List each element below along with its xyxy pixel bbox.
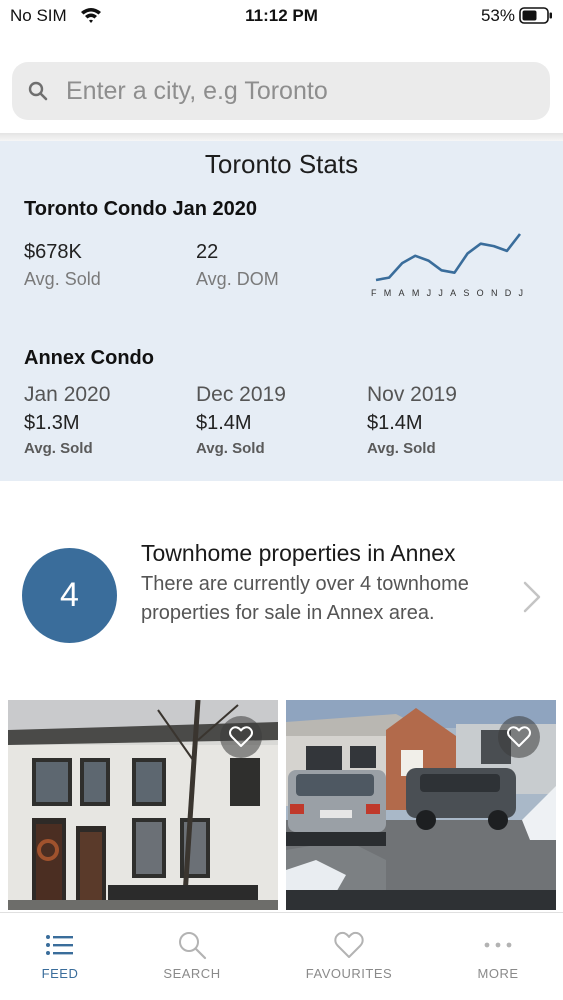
- heart-icon: [507, 726, 531, 747]
- sparkline-month-label: J: [426, 288, 432, 298]
- sparkline-month-label: J: [438, 288, 443, 298]
- stats-panel: Toronto Stats Toronto Condo Jan 2020 $67…: [0, 141, 563, 481]
- favourite-button-1[interactable]: [220, 716, 262, 758]
- more-dots-icon: [484, 942, 512, 948]
- search-bar[interactable]: [12, 62, 550, 120]
- listing-carousel: [0, 700, 563, 910]
- search-icon: [28, 81, 48, 101]
- sparkline-month-label: D: [504, 288, 512, 298]
- list-icon: [46, 935, 73, 955]
- tab-favourites-label: FAVOURITES: [305, 966, 393, 981]
- townhome-promo-card[interactable]: 4 Townhome properties in Annex There are…: [0, 530, 563, 660]
- sparkline-month-label: N: [490, 288, 498, 298]
- sparkline-month-label: M: [411, 288, 420, 298]
- battery-icon: [519, 7, 552, 24]
- sparkline-month-label: F: [371, 288, 377, 298]
- tab-feed-label: FEED: [41, 966, 79, 981]
- city-dom-label: Avg. DOM: [196, 269, 279, 289]
- listing-card-2[interactable]: [286, 700, 556, 910]
- tab-favourites[interactable]: FAVOURITES: [284, 913, 414, 1000]
- sparkline-month-labels: FMAMJJASONDJ: [371, 288, 523, 298]
- city-avg-sold-label: Avg. Sold: [24, 269, 101, 289]
- area-value-2: $1.4M: [196, 412, 252, 434]
- header-divider: [0, 133, 563, 141]
- clock: 11:12 PM: [245, 6, 318, 25]
- battery-percent: 53%: [480, 6, 515, 25]
- tab-search-label: SEARCH: [163, 966, 221, 981]
- promo-title: Townhome properties in Annex: [141, 540, 456, 566]
- sparkline-month-label: O: [476, 288, 484, 298]
- chevron-right-icon[interactable]: [520, 580, 544, 614]
- bottom-tab-bar: FEED SEARCH FAVOURITES MORE: [0, 912, 563, 1000]
- search-input[interactable]: [66, 62, 536, 120]
- property-count-badge: 4: [22, 548, 117, 643]
- area-section-title: Annex Condo: [24, 347, 154, 369]
- sparkline-month-label: M: [383, 288, 392, 298]
- area-label-1: Avg. Sold: [24, 440, 93, 457]
- area-label-3: Avg. Sold: [367, 440, 436, 457]
- area-period-1: Jan 2020: [24, 383, 111, 406]
- tab-more[interactable]: MORE: [433, 913, 563, 1000]
- area-value-3: $1.4M: [367, 412, 423, 434]
- area-period-2: Dec 2019: [196, 383, 286, 406]
- tab-more-label: MORE: [477, 966, 519, 981]
- status-bar: No SIM 11:12 PM 53%: [0, 0, 563, 34]
- promo-description: There are currently over 4 townhome prop…: [141, 573, 469, 624]
- stats-title: Toronto Stats: [204, 149, 359, 179]
- city-dom-value: 22: [196, 241, 219, 263]
- city-section-title: Toronto Condo Jan 2020: [24, 198, 257, 220]
- area-period-3: Nov 2019: [367, 383, 457, 406]
- tab-feed[interactable]: FEED: [0, 913, 125, 1000]
- heart-icon: [229, 726, 253, 747]
- city-avg-sold-value: $678K: [24, 241, 82, 263]
- tab-search[interactable]: SEARCH: [127, 913, 257, 1000]
- area-label-2: Avg. Sold: [196, 440, 265, 457]
- search-icon: [179, 932, 207, 960]
- listing-card-1[interactable]: [8, 700, 278, 910]
- area-value-1: $1.3M: [24, 412, 80, 434]
- sparkline-series: [375, 233, 522, 282]
- favourite-button-2[interactable]: [498, 716, 540, 758]
- sparkline-month-label: S: [463, 288, 470, 298]
- heart-icon: [334, 931, 364, 958]
- sparkline-month-label: A: [398, 288, 405, 298]
- sparkline-month-label: A: [450, 288, 457, 298]
- sparkline-month-label: J: [518, 288, 523, 298]
